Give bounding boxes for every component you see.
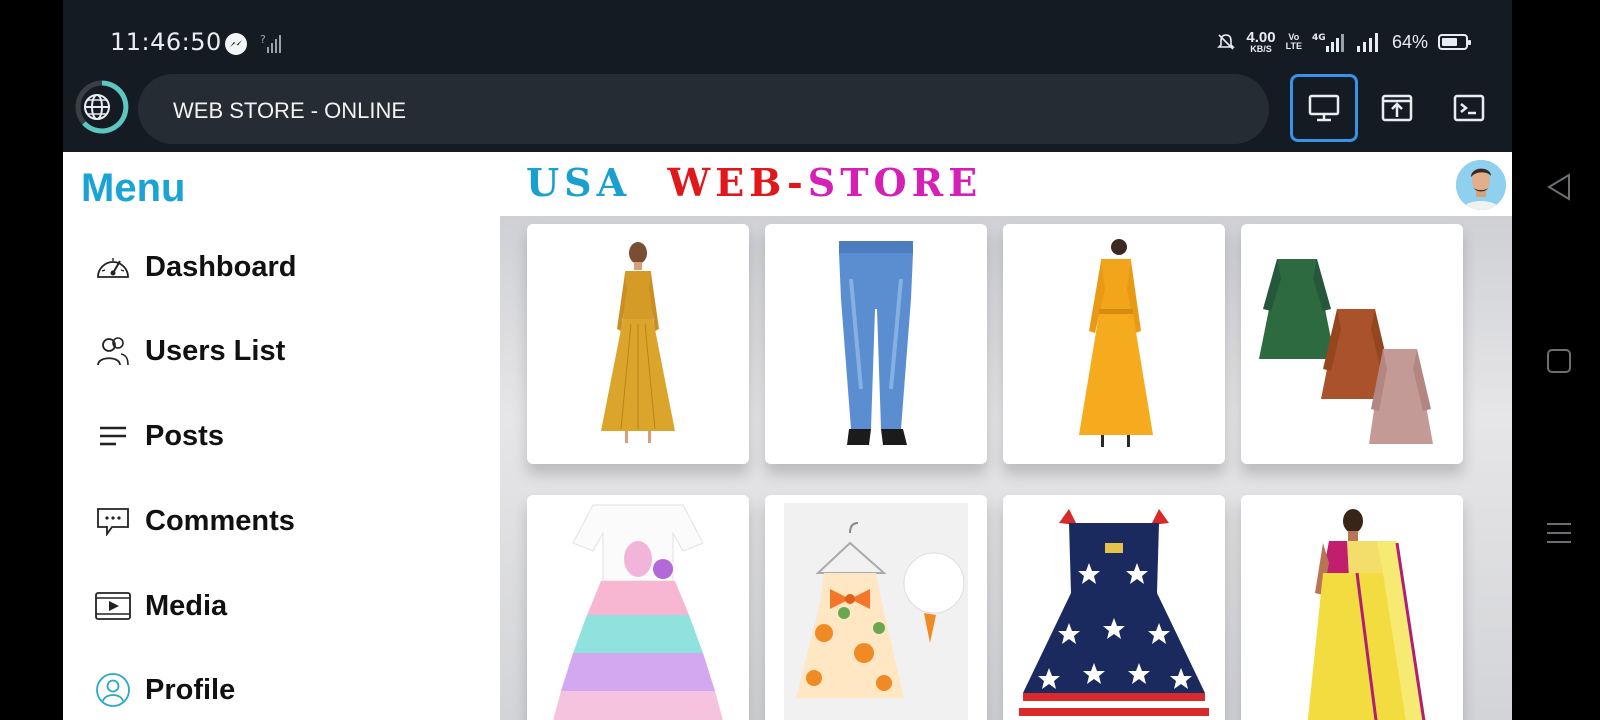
dress-image	[784, 502, 968, 720]
product-card-yellow-dress[interactable]	[1003, 224, 1225, 464]
product-card-kids-dresses[interactable]	[1241, 224, 1463, 464]
home-square-icon	[1547, 349, 1571, 373]
sidebar-item-label: Media	[145, 589, 228, 622]
phone-screen: 11:46:50 ? 4.00 KB/S Vo LTE 4G 64% WEB S…	[0, 0, 1600, 720]
menu-lines-icon	[1547, 523, 1571, 543]
product-card-yellow-saree[interactable]	[1241, 495, 1463, 720]
volte-badge: Vo LTE	[1286, 33, 1302, 51]
film-icon	[93, 586, 133, 626]
user-circle-icon	[93, 670, 133, 710]
back-button[interactable]	[1546, 173, 1572, 206]
product-grid	[500, 216, 1512, 720]
sidebar-item-label: Comments	[145, 504, 295, 537]
desktop-view-button[interactable]	[1290, 74, 1358, 142]
dress-image	[1019, 508, 1209, 720]
net-speed-value: 4.00	[1246, 29, 1276, 46]
product-card-stars-dress[interactable]	[1003, 495, 1225, 720]
messenger-icon	[225, 33, 247, 55]
sidebar-item-profile[interactable]: Profile	[93, 665, 473, 715]
back-triangle-icon	[1547, 173, 1570, 201]
upload-window-icon	[1381, 94, 1413, 122]
battery-percent: 64%	[1391, 31, 1428, 52]
lines-icon	[93, 416, 133, 456]
product-card-jeans[interactable]	[765, 224, 987, 464]
store-main: USA WEB-STORE	[500, 152, 1512, 720]
battery-icon	[1438, 34, 1471, 50]
users-icon	[93, 331, 133, 371]
home-button[interactable]	[1546, 348, 1572, 379]
device-frame: 11:46:50 ? 4.00 KB/S Vo LTE 4G 64% WEB S…	[63, 0, 1512, 720]
net-speed: 4.00 KB/S	[1246, 30, 1275, 54]
product-card-rainbow-dress[interactable]	[527, 495, 749, 720]
dress-image	[553, 504, 723, 720]
sidebar-item-dashboard[interactable]: Dashboard	[93, 242, 473, 292]
sidebar-item-label: Profile	[145, 673, 236, 706]
svg-text:?: ?	[260, 33, 266, 46]
saree-image	[1307, 508, 1426, 720]
mute-bell-icon	[1217, 34, 1236, 50]
clock: 11:46:50	[110, 28, 222, 56]
dress-image	[1079, 239, 1153, 447]
terminal-button[interactable]	[1435, 74, 1503, 142]
sidebar-item-users-list[interactable]: Users List	[93, 326, 473, 376]
store-header: USA WEB-STORE	[500, 152, 1512, 216]
volte-bottom: LTE	[1285, 41, 1302, 51]
product-card-floral-dress[interactable]	[765, 495, 987, 720]
address-text: WEB STORE - ONLINE	[173, 98, 407, 123]
sidebar-menu: Menu Dashboard Users List Posts Comments…	[63, 152, 500, 720]
address-bar[interactable]: WEB STORE - ONLINE	[138, 74, 1269, 144]
sidebar-item-comments[interactable]: Comments	[93, 496, 473, 546]
sidebar-item-label: Posts	[145, 419, 224, 452]
store-logo[interactable]: USA WEB-STORE	[526, 160, 982, 205]
dresses-image	[1259, 259, 1433, 444]
signal-4g-icon: 4G	[1312, 33, 1344, 52]
dress-image	[601, 242, 675, 443]
sidebar-item-label: Users List	[145, 334, 286, 367]
product-card-mustard-dress[interactable]	[527, 224, 749, 464]
signal-icon	[1356, 33, 1378, 52]
brand-store: STORE	[807, 160, 983, 205]
brand-web: WEB	[667, 160, 788, 205]
jeans-image	[839, 241, 913, 445]
sidebar-item-posts[interactable]: Posts	[93, 411, 473, 461]
page-load-progress[interactable]	[75, 78, 129, 136]
globe-icon	[84, 94, 110, 120]
system-nav-bar	[1512, 0, 1600, 720]
avatar[interactable]	[1456, 160, 1506, 210]
brand-dash: -	[787, 160, 808, 205]
speedometer-icon	[93, 247, 133, 287]
no-sim-signal-icon: ?	[260, 33, 281, 53]
comment-icon	[93, 501, 133, 541]
monitor-icon	[1308, 94, 1340, 122]
status-bar: 11:46:50 ? 4.00 KB/S Vo LTE 4G 64%	[63, 0, 1512, 72]
browser-toolbar: WEB STORE - ONLINE	[63, 72, 1512, 152]
recents-button[interactable]	[1546, 520, 1572, 551]
net-speed-unit: KB/S	[1250, 44, 1272, 54]
brand-usa: USA	[526, 160, 632, 205]
share-button[interactable]	[1363, 74, 1431, 142]
sidebar-item-label: Dashboard	[145, 250, 297, 283]
network-type: 4G	[1312, 33, 1326, 43]
menu-title: Menu	[81, 166, 186, 210]
terminal-icon	[1453, 94, 1485, 122]
status-icons: 4.00 KB/S Vo LTE 4G 64%	[1216, 30, 1471, 54]
web-page: Menu Dashboard Users List Posts Comments…	[63, 152, 1512, 720]
sidebar-item-media[interactable]: Media	[93, 581, 473, 631]
